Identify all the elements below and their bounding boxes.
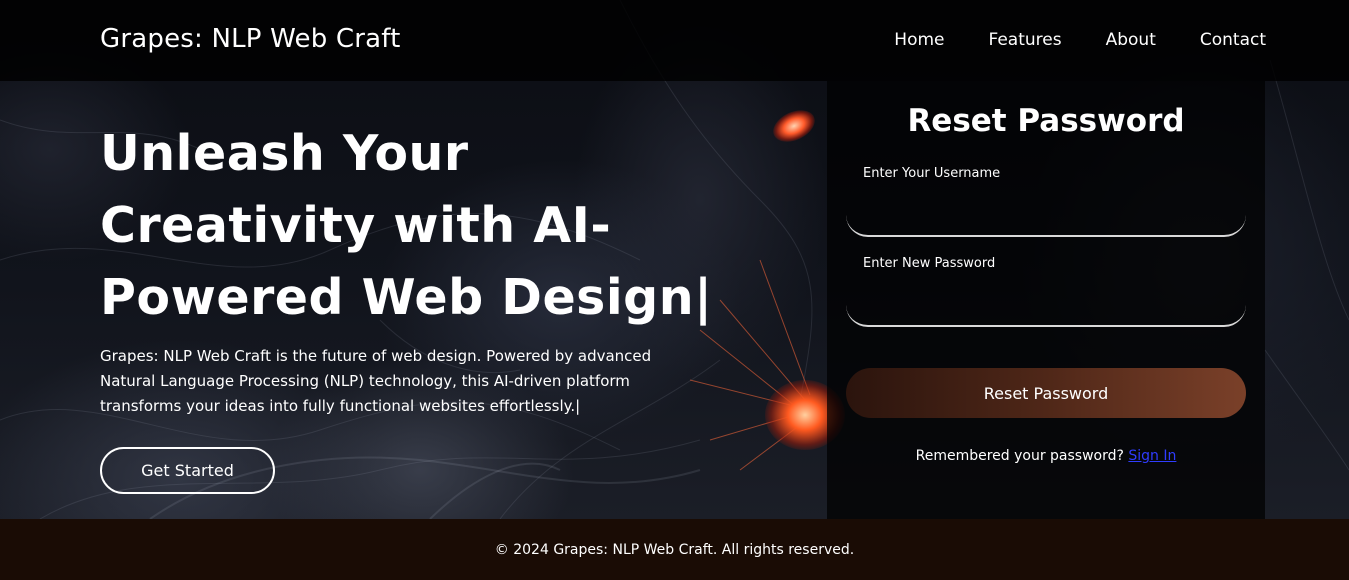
footer: © 2024 Grapes: NLP Web Craft. All rights…	[0, 519, 1349, 580]
nav-links: Home Features About Contact	[894, 30, 1266, 50]
remember-password-line: Remembered your password? Sign In	[827, 448, 1265, 464]
hero-description: Grapes: NLP Web Craft is the future of w…	[100, 347, 652, 415]
nav-link-home[interactable]: Home	[894, 30, 944, 50]
hero-title: Unleash Your Creativity with AI-Powered …	[100, 125, 713, 326]
username-input[interactable]	[846, 203, 1246, 237]
get-started-button[interactable]: Get Started	[100, 447, 275, 494]
remember-password-text: Remembered your password?	[915, 448, 1124, 464]
new-password-label: Enter New Password	[863, 256, 996, 271]
sign-in-link[interactable]: Sign In	[1128, 448, 1176, 464]
reset-password-panel: Reset Password Enter Your Username Enter…	[827, 81, 1265, 519]
reset-password-button[interactable]: Reset Password	[846, 368, 1246, 418]
nav-link-contact[interactable]: Contact	[1200, 30, 1266, 50]
brand-logo-text[interactable]: Grapes: NLP Web Craft	[100, 24, 401, 54]
reset-password-title: Reset Password	[907, 103, 1185, 139]
copyright-text: © 2024 Grapes: NLP Web Craft. All rights…	[494, 541, 855, 558]
nav-link-about[interactable]: About	[1106, 30, 1156, 50]
username-label: Enter Your Username	[863, 166, 1001, 181]
nav-link-features[interactable]: Features	[988, 30, 1061, 50]
top-navbar: Grapes: NLP Web Craft Home Features Abou…	[0, 0, 1349, 81]
new-password-input[interactable]	[846, 293, 1246, 327]
